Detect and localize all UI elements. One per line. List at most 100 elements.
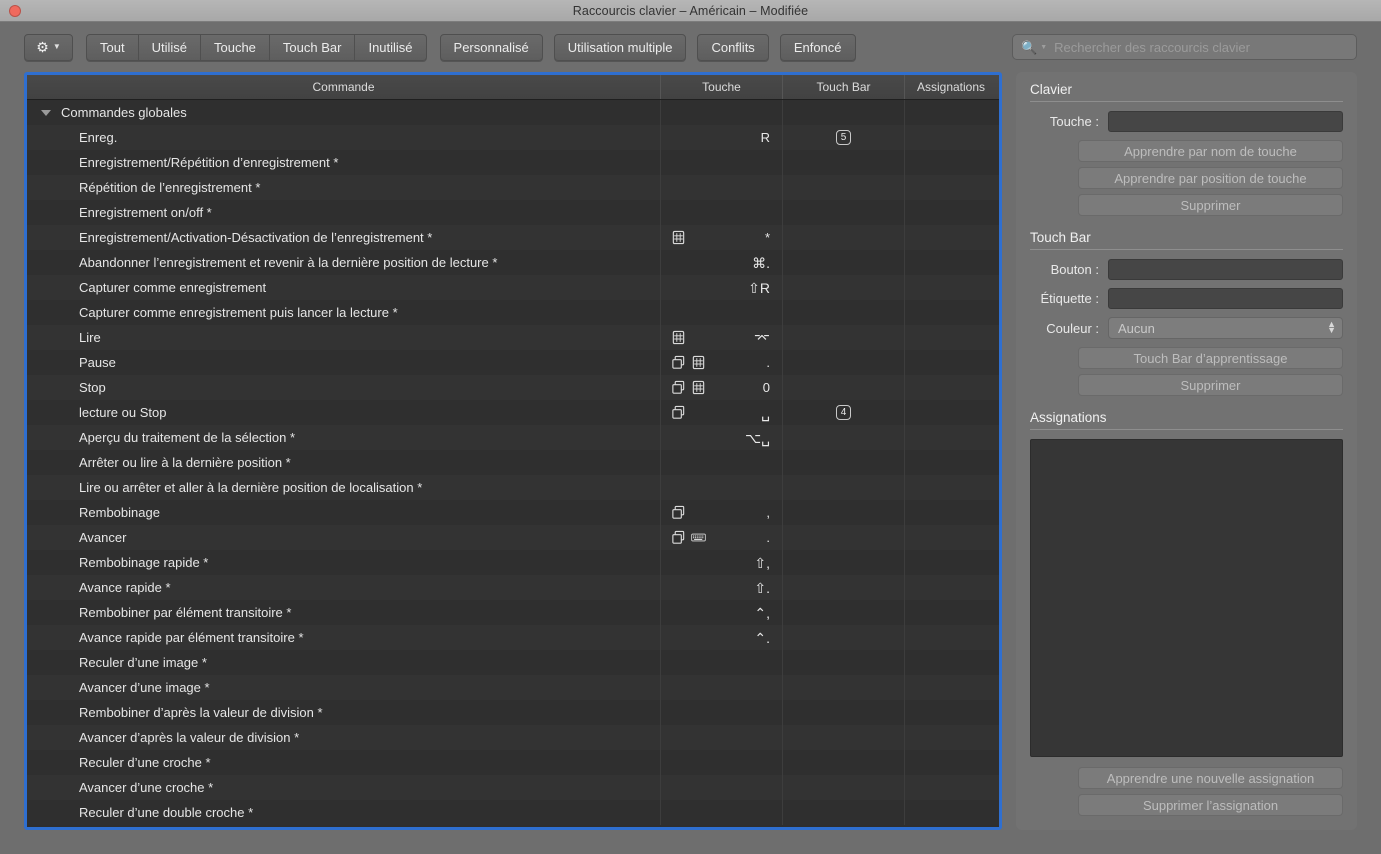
touch-bar-cell[interactable]: [783, 725, 905, 750]
touche-cell[interactable]: [661, 675, 783, 700]
touche-cell[interactable]: .: [661, 350, 783, 375]
touch-bar-supprimer-button[interactable]: Supprimer: [1078, 374, 1343, 396]
table-row[interactable]: Pause.: [27, 350, 999, 375]
touch-bar-cell[interactable]: [783, 475, 905, 500]
touche-cell[interactable]: ⌥␣: [661, 425, 783, 450]
touch-bar-cell[interactable]: [783, 625, 905, 650]
clavier-supprimer-button[interactable]: Supprimer: [1078, 194, 1343, 216]
table-row[interactable]: Reculer d’une croche *: [27, 750, 999, 775]
touche-cell[interactable]: ⇧R: [661, 275, 783, 300]
table-row[interactable]: Avance rapide * ⇧.: [27, 575, 999, 600]
table-row[interactable]: Avancer d’une croche *: [27, 775, 999, 800]
touche-cell[interactable]: ,: [661, 500, 783, 525]
touch-bar-cell[interactable]: [783, 350, 905, 375]
touche-cell[interactable]: ⇧.: [661, 575, 783, 600]
touche-cell[interactable]: [661, 750, 783, 775]
touch-bar-cell[interactable]: [783, 150, 905, 175]
touch-bar-cell[interactable]: [783, 750, 905, 775]
settings-gear-button[interactable]: ⚙ ▼: [24, 33, 73, 61]
assignations-cell[interactable]: [905, 150, 997, 175]
touch-bar-cell[interactable]: [783, 800, 905, 825]
table-row[interactable]: Rembobinage rapide * ⇧,: [27, 550, 999, 575]
touch-bar-cell[interactable]: [783, 575, 905, 600]
touche-cell[interactable]: ␣: [661, 400, 783, 425]
close-button[interactable]: [9, 4, 21, 17]
filter-tab-inutilise[interactable]: Inutilisé: [355, 33, 427, 61]
table-row[interactable]: Lire ⌤: [27, 325, 999, 350]
assignations-cell[interactable]: [905, 450, 997, 475]
touche-cell[interactable]: [661, 800, 783, 825]
assignations-cell[interactable]: [905, 225, 997, 250]
touch-bar-cell[interactable]: [783, 225, 905, 250]
disclosure-triangle-icon[interactable]: [41, 109, 51, 116]
touche-cell[interactable]: ⌤: [661, 325, 783, 350]
assignations-cell[interactable]: [905, 250, 997, 275]
assignations-list[interactable]: [1030, 439, 1343, 757]
table-row[interactable]: Rembobinage,: [27, 500, 999, 525]
touch-bar-cell[interactable]: [783, 325, 905, 350]
touch-bar-cell[interactable]: [783, 300, 905, 325]
touch-bar-cell[interactable]: [783, 525, 905, 550]
touche-cell[interactable]: ⌃,: [661, 600, 783, 625]
apprendre-assignation-button[interactable]: Apprendre une nouvelle assignation: [1078, 767, 1343, 789]
table-row[interactable]: Capturer comme enregistrement ⇧R: [27, 275, 999, 300]
touche-cell[interactable]: *: [661, 225, 783, 250]
table-row[interactable]: Avancer d’une image *: [27, 675, 999, 700]
table-row[interactable]: Avance rapide par élément transitoire * ⌃…: [27, 625, 999, 650]
touche-cell[interactable]: [661, 775, 783, 800]
touche-cell[interactable]: [661, 450, 783, 475]
table-row[interactable]: lecture ou Stop ␣ 4: [27, 400, 999, 425]
assignations-cell[interactable]: [905, 375, 997, 400]
filter-tab-tout[interactable]: Tout: [86, 33, 139, 61]
column-header-touch-bar[interactable]: Touch Bar: [783, 75, 905, 99]
touche-cell[interactable]: [661, 700, 783, 725]
assignations-cell[interactable]: [905, 675, 997, 700]
touch-bar-cell[interactable]: [783, 250, 905, 275]
touch-bar-cell[interactable]: [783, 450, 905, 475]
table-row[interactable]: Enregistrement/Répétition d’enregistreme…: [27, 150, 999, 175]
assignations-cell[interactable]: [905, 800, 997, 825]
etiquette-input[interactable]: [1108, 288, 1343, 309]
assignations-cell[interactable]: [905, 300, 997, 325]
assignations-cell[interactable]: [905, 525, 997, 550]
table-row[interactable]: Capturer comme enregistrement puis lance…: [27, 300, 999, 325]
touch-bar-cell[interactable]: [783, 700, 905, 725]
filter-utilisation-multiple-button[interactable]: Utilisation multiple: [553, 33, 687, 61]
assignations-cell[interactable]: [905, 275, 997, 300]
table-group-row[interactable]: Commandes globales: [27, 100, 999, 125]
touche-cell[interactable]: [661, 650, 783, 675]
filter-conflits-button[interactable]: Conflits: [697, 33, 769, 61]
assignations-cell[interactable]: [905, 700, 997, 725]
touch-bar-cell[interactable]: [783, 650, 905, 675]
filter-tab-touch-bar[interactable]: Touch Bar: [269, 33, 356, 61]
touche-cell[interactable]: [661, 725, 783, 750]
touch-bar-cell[interactable]: [783, 200, 905, 225]
assignations-cell[interactable]: [905, 175, 997, 200]
table-row[interactable]: Répétition de l’enregistrement *: [27, 175, 999, 200]
assignations-cell[interactable]: [905, 750, 997, 775]
table-row[interactable]: Avancer d’après la valeur de division *: [27, 725, 999, 750]
table-row[interactable]: Stop 0: [27, 375, 999, 400]
touche-cell[interactable]: [661, 175, 783, 200]
assignations-cell[interactable]: [905, 625, 997, 650]
assignations-cell[interactable]: [905, 725, 997, 750]
touche-cell[interactable]: ⇧,: [661, 550, 783, 575]
table-row[interactable]: Enregistrement/Activation-Désactivation …: [27, 225, 999, 250]
touche-cell[interactable]: ⌘.: [661, 250, 783, 275]
table-row[interactable]: Rembobiner par élément transitoire * ⌃,: [27, 600, 999, 625]
touche-cell[interactable]: [661, 300, 783, 325]
touche-cell[interactable]: [661, 150, 783, 175]
touch-bar-cell[interactable]: [783, 175, 905, 200]
touch-bar-apprentissage-button[interactable]: Touch Bar d’apprentissage: [1078, 347, 1343, 369]
filter-tab-utilise[interactable]: Utilisé: [138, 33, 201, 61]
touche-cell[interactable]: ⌃.: [661, 625, 783, 650]
filter-tab-touche[interactable]: Touche: [200, 33, 270, 61]
assignations-cell[interactable]: [905, 650, 997, 675]
search-input[interactable]: 🔍 ▼ Rechercher des raccourcis clavier: [1012, 34, 1357, 60]
column-header-touche[interactable]: Touche: [661, 75, 783, 99]
column-header-commande[interactable]: Commande: [27, 75, 661, 99]
touche-input[interactable]: [1108, 111, 1343, 132]
table-row[interactable]: Rembobiner d’après la valeur de division…: [27, 700, 999, 725]
apprendre-par-nom-button[interactable]: Apprendre par nom de touche: [1078, 140, 1343, 162]
table-row[interactable]: Lire ou arrêter et aller à la dernière p…: [27, 475, 999, 500]
